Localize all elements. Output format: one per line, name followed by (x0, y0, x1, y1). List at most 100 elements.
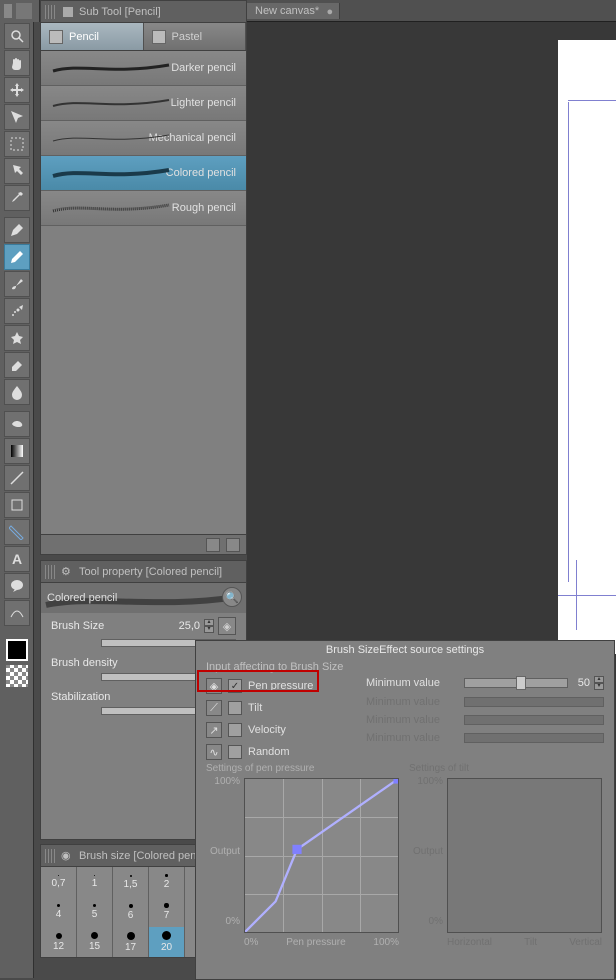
size-value: 7 (164, 910, 170, 921)
panel-collapse-icon[interactable] (4, 4, 12, 18)
tilt-y-100: 100% (417, 776, 443, 787)
brush-lighter-pencil[interactable]: Lighter pencil (41, 86, 246, 121)
brush-size-label: Brush Size (51, 620, 104, 632)
size-preset-1[interactable]: 1 (77, 867, 113, 897)
size-dot-icon (56, 933, 62, 939)
size-preset-2[interactable]: 2 (149, 867, 185, 897)
tilt-y-output: Output (413, 846, 443, 857)
canvas-tab[interactable]: New canvas* ● (247, 3, 340, 19)
brush-tool[interactable] (4, 271, 30, 297)
random-icon: ∿ (206, 744, 222, 760)
velocity-checkbox[interactable] (228, 723, 242, 737)
min-pen-down[interactable]: ▾ (594, 683, 604, 690)
size-preset-5[interactable]: 5 (77, 897, 113, 927)
close-tab-icon[interactable]: ● (327, 6, 334, 18)
size-preset-0,7[interactable]: 0,7 (41, 867, 77, 897)
size-value: 12 (53, 941, 64, 952)
brush-size-down[interactable]: ▾ (204, 626, 214, 633)
pen-pressure-checkbox[interactable] (228, 679, 242, 693)
grip-icon (45, 5, 57, 19)
airbrush-tool[interactable] (4, 298, 30, 324)
size-dot-icon (58, 875, 59, 876)
brush-density-label: Brush density (51, 657, 118, 669)
size-preset-7[interactable]: 7 (149, 897, 185, 927)
brush-stroke-preview (51, 164, 171, 182)
brush-rough-pencil[interactable]: Rough pencil (41, 191, 246, 226)
size-value: 6 (128, 910, 134, 921)
brush-dynamics-popup: Brush SizeEffect source settings Input a… (195, 640, 615, 980)
new-subtool-icon[interactable] (206, 538, 220, 552)
move-tool[interactable] (4, 77, 30, 103)
tool-property-header[interactable]: ⚙ Tool property [Colored pencil] (41, 561, 246, 583)
size-preset-15[interactable]: 15 (77, 927, 113, 957)
min-pen-up[interactable]: ▴ (594, 676, 604, 683)
transparent-color[interactable] (6, 665, 28, 687)
size-dot-icon (129, 904, 133, 908)
magnifier-tool[interactable] (4, 23, 30, 49)
size-preset-1,5[interactable]: 1,5 (113, 867, 149, 897)
min-value-label-4: Minimum value (366, 732, 456, 744)
detail-settings-icon[interactable]: 🔍 (222, 587, 242, 607)
grip-icon (45, 849, 57, 863)
stabilization-label: Stabilization (51, 691, 110, 703)
auto-select-tool[interactable] (4, 158, 30, 184)
graph-pen-title: Settings of pen pressure (206, 763, 399, 774)
operation-tool[interactable] (4, 104, 30, 130)
brush-stroke-preview (51, 129, 171, 147)
tab-pencil[interactable]: Pencil (41, 23, 144, 50)
brush-colored-pencil[interactable]: Colored pencil (41, 156, 246, 191)
grip-icon (45, 565, 57, 579)
min-value-slider-velocity (464, 715, 604, 725)
subtool-panel-header[interactable]: Sub Tool [Pencil] (41, 1, 246, 23)
size-preset-6[interactable]: 6 (113, 897, 149, 927)
size-value: 2 (164, 879, 170, 890)
decoration-tool[interactable] (4, 325, 30, 351)
popup-title: Brush SizeEffect source settings (196, 641, 614, 659)
brush-darker-pencil[interactable]: Darker pencil (41, 51, 246, 86)
velocity-icon: ↗ (206, 722, 222, 738)
tab-pastel[interactable]: Pastel (144, 23, 247, 50)
brush-size-dynamics-button[interactable]: ◈ (218, 617, 236, 635)
y-axis-0: 0% (226, 916, 240, 927)
figure-tool[interactable] (4, 492, 30, 518)
gradient-tool[interactable] (4, 438, 30, 464)
brush-mechanical-pencil[interactable]: Mechanical pencil (41, 121, 246, 156)
ruler-tool[interactable] (4, 519, 30, 545)
size-dot-icon (57, 904, 60, 907)
size-dot-icon (164, 903, 169, 908)
size-preset-12[interactable]: 12 (41, 927, 77, 957)
size-dot-icon (91, 932, 98, 939)
tilt-checkbox[interactable] (228, 701, 242, 715)
tilt-x-t: Tilt (524, 937, 537, 948)
random-checkbox[interactable] (228, 745, 242, 759)
eraser-tool[interactable] (4, 352, 30, 378)
size-preset-4[interactable]: 4 (41, 897, 77, 927)
random-label: Random (248, 746, 290, 758)
liquify-tool[interactable] (4, 411, 30, 437)
marquee-tool[interactable] (4, 131, 30, 157)
brush-size-up[interactable]: ▴ (204, 619, 214, 626)
balloon-tool[interactable] (4, 573, 30, 599)
correct-line-tool[interactable] (4, 600, 30, 626)
pen-pressure-graph[interactable] (244, 778, 399, 933)
blend-tool[interactable] (4, 379, 30, 405)
tilt-icon: ⟋ (206, 700, 222, 716)
text-tool[interactable]: A (4, 546, 30, 572)
pen-tool[interactable] (4, 217, 30, 243)
pencil-tool[interactable] (4, 244, 30, 270)
size-value: 15 (89, 941, 100, 952)
tilt-x-v: Vertical (569, 937, 602, 948)
min-value-slider-pen[interactable] (464, 678, 568, 688)
size-preset-17[interactable]: 17 (113, 927, 149, 957)
line-tool[interactable] (4, 465, 30, 491)
eyedropper-tool[interactable] (4, 185, 30, 211)
hand-tool[interactable] (4, 50, 30, 76)
size-preset-20[interactable]: 20 (149, 927, 185, 957)
size-dot-icon (162, 931, 171, 940)
foreground-color[interactable] (6, 639, 28, 661)
min-value-pen[interactable]: 50 (576, 677, 592, 689)
brush-size-value[interactable]: 25,0 (177, 620, 202, 632)
pen-pressure-label: Pen pressure (248, 680, 313, 692)
tool-property-title: Tool property [Colored pencil] (79, 566, 222, 578)
delete-subtool-icon[interactable] (226, 538, 240, 552)
